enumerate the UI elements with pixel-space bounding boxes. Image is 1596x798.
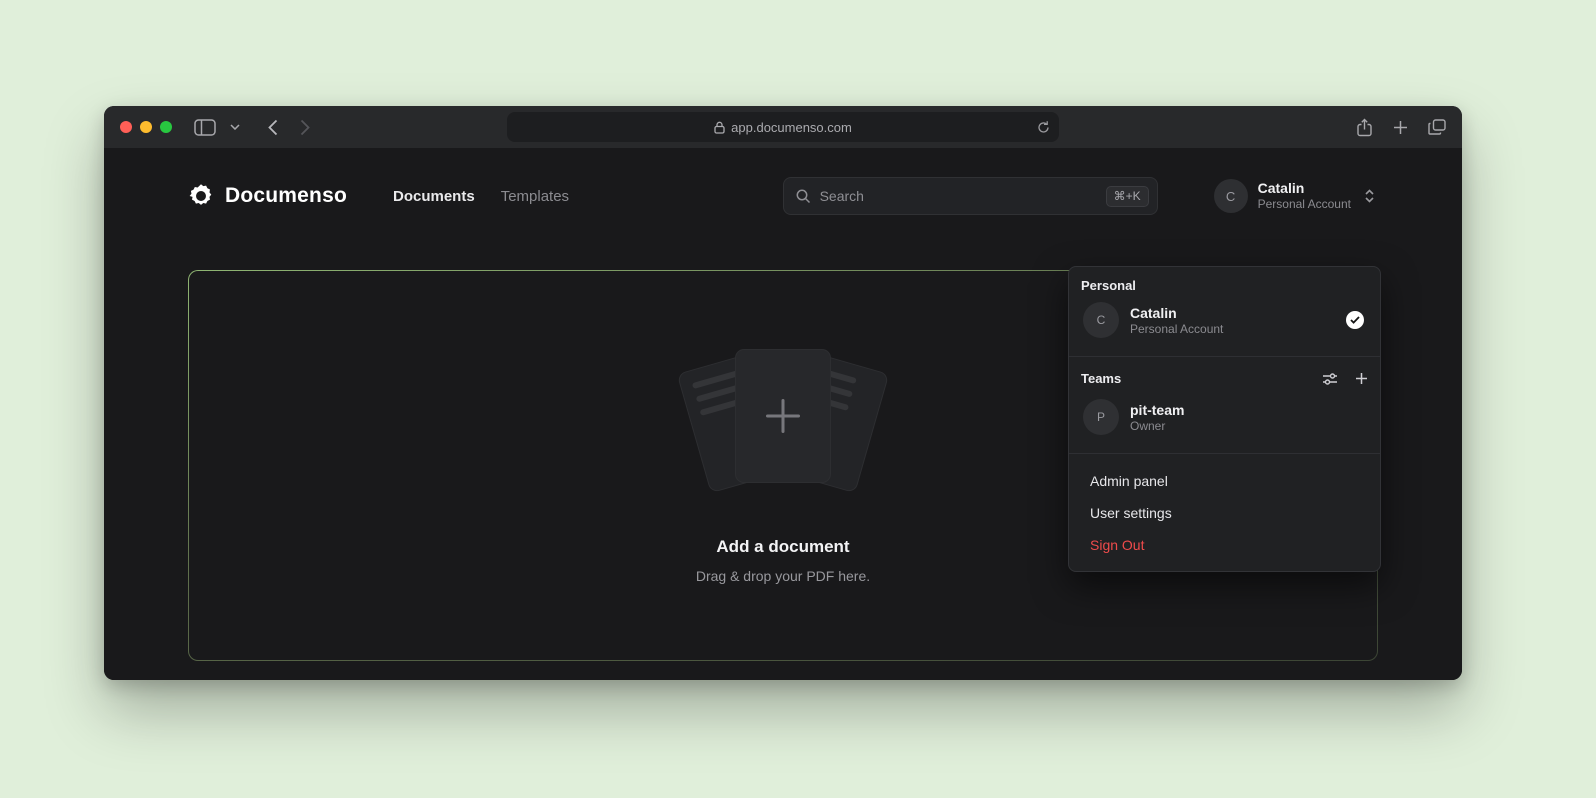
personal-account-name: Catalin	[1130, 304, 1223, 322]
dropzone-subtitle: Drag & drop your PDF here.	[696, 568, 870, 584]
search-placeholder: Search	[820, 188, 864, 204]
browser-titlebar: app.documenso.com	[104, 106, 1462, 148]
add-team-icon[interactable]	[1355, 372, 1368, 385]
personal-section-label: Personal	[1081, 278, 1368, 293]
team-avatar: P	[1083, 399, 1119, 435]
search-icon	[795, 188, 811, 204]
account-menu-trigger[interactable]: C Catalin Personal Account	[1214, 179, 1376, 213]
new-tab-icon[interactable]	[1393, 120, 1408, 135]
app-header: Documenso Documents Templates Search ⌘+K…	[104, 148, 1462, 236]
sidebar-toggle-icon[interactable]	[194, 119, 216, 136]
main-nav: Documents Templates	[393, 188, 569, 205]
team-name: pit-team	[1130, 401, 1184, 419]
address-bar[interactable]: app.documenso.com	[507, 112, 1059, 142]
menu-item-sign-out[interactable]: Sign Out	[1077, 529, 1372, 561]
chevron-down-icon[interactable]	[230, 124, 240, 130]
account-dropdown-menu: Personal C Catalin Personal Account	[1068, 266, 1381, 572]
account-name: Catalin	[1258, 180, 1351, 198]
documenso-app: Documenso Documents Templates Search ⌘+K…	[104, 148, 1462, 680]
avatar: C	[1214, 179, 1248, 213]
add-document-card-icon	[735, 349, 831, 483]
manage-teams-icon[interactable]	[1322, 372, 1338, 386]
brand-name: Documenso	[225, 184, 347, 208]
brand-logo[interactable]: Documenso	[188, 183, 347, 209]
url-text: app.documenso.com	[731, 120, 852, 135]
window-controls	[120, 121, 172, 133]
back-icon[interactable]	[268, 119, 278, 136]
team-item[interactable]: P pit-team Owner	[1081, 390, 1368, 444]
personal-account-item[interactable]: C Catalin Personal Account	[1081, 293, 1368, 347]
zoom-window-button[interactable]	[160, 121, 172, 133]
browser-window: app.documenso.com	[104, 106, 1462, 680]
reload-icon[interactable]	[1037, 120, 1050, 134]
nav-documents[interactable]: Documents	[393, 188, 475, 205]
team-role: Owner	[1130, 419, 1184, 433]
chevron-up-down-icon	[1363, 187, 1376, 205]
menu-item-admin-panel[interactable]: Admin panel	[1077, 465, 1372, 497]
documents-illustration	[668, 347, 898, 497]
divider	[1069, 453, 1380, 454]
forward-icon[interactable]	[300, 119, 310, 136]
dropzone-title: Add a document	[716, 537, 849, 557]
avatar: C	[1083, 302, 1119, 338]
menu-item-user-settings[interactable]: User settings	[1077, 497, 1372, 529]
selected-check-icon	[1346, 311, 1364, 329]
divider	[1069, 356, 1380, 357]
documenso-logo-icon	[188, 183, 214, 209]
minimize-window-button[interactable]	[140, 121, 152, 133]
lock-icon	[714, 121, 725, 134]
tab-overview-icon[interactable]	[1428, 119, 1446, 135]
search-shortcut-badge: ⌘+K	[1106, 186, 1149, 207]
teams-section-label: Teams	[1081, 371, 1121, 386]
share-icon[interactable]	[1356, 118, 1373, 137]
account-type: Personal Account	[1258, 197, 1351, 212]
close-window-button[interactable]	[120, 121, 132, 133]
personal-account-type: Personal Account	[1130, 322, 1223, 336]
plus-icon	[766, 399, 800, 433]
nav-templates[interactable]: Templates	[501, 188, 569, 205]
search-input[interactable]: Search ⌘+K	[783, 177, 1158, 215]
